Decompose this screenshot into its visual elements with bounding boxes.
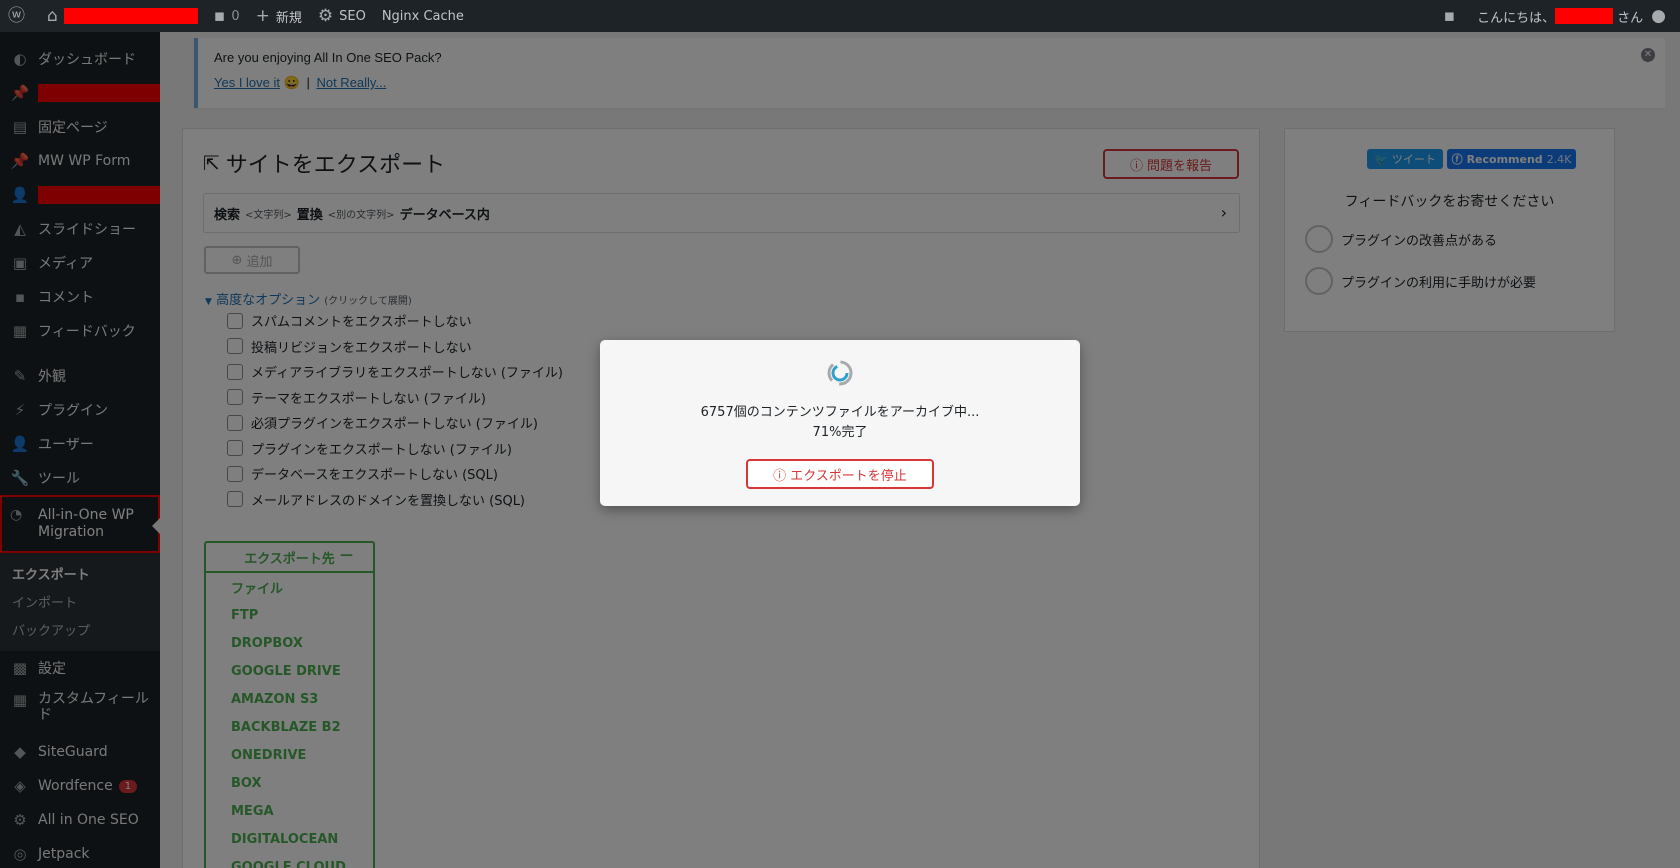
seo-menu[interactable]: ⚙ SEO xyxy=(310,0,374,32)
nginx-cache-menu[interactable]: Nginx Cache xyxy=(374,0,472,32)
gear-icon: ⚙ xyxy=(317,5,334,26)
avatar-icon: ● xyxy=(1651,5,1666,26)
seo-label: SEO xyxy=(339,8,366,24)
notifications-menu[interactable]: ▪ xyxy=(1436,0,1470,32)
new-label: 新規 xyxy=(275,10,302,26)
wordpress-logo[interactable]: ⓦ xyxy=(0,0,39,32)
wordpress-icon: ⓦ xyxy=(8,5,25,26)
greeting-suffix: さん xyxy=(1617,10,1644,26)
export-progress-modal: 6757個のコンテンツファイルをアーカイブ中... 71%完了 ⓘ エクスポートを… xyxy=(600,340,1080,506)
comments-menu[interactable]: ▪ 0 xyxy=(206,0,248,32)
comment-count: 0 xyxy=(231,8,240,24)
alert-icon: ⓘ xyxy=(773,468,787,484)
new-content-menu[interactable]: + 新規 xyxy=(248,0,310,32)
admin-bar: ⓦ ⌂ ▪ 0 + 新規 ⚙ SEO Nginx Cache ▪ こんにちは、 さん … xyxy=(0,0,1680,32)
greeting: こんにちは、 xyxy=(1477,10,1556,26)
stop-export-button[interactable]: ⓘ エクスポートを停止 xyxy=(746,459,934,489)
plus-icon: + xyxy=(255,5,270,26)
speech-bubble-icon: ▪ xyxy=(1443,5,1456,26)
archive-message: 6757個のコンテンツファイルをアーカイブ中... xyxy=(700,405,980,420)
nginx-label: Nginx Cache xyxy=(381,8,464,24)
spinner-icon xyxy=(827,360,853,386)
home-icon: ⌂ xyxy=(47,5,58,26)
site-name[interactable]: ⌂ xyxy=(39,0,206,32)
account-menu[interactable]: こんにちは、 さん ● xyxy=(1469,0,1680,32)
redacted-site-name xyxy=(63,8,198,24)
redacted-username xyxy=(1555,8,1614,24)
comment-icon: ▪ xyxy=(213,5,226,26)
progress-text: 71%完了 xyxy=(812,425,868,440)
